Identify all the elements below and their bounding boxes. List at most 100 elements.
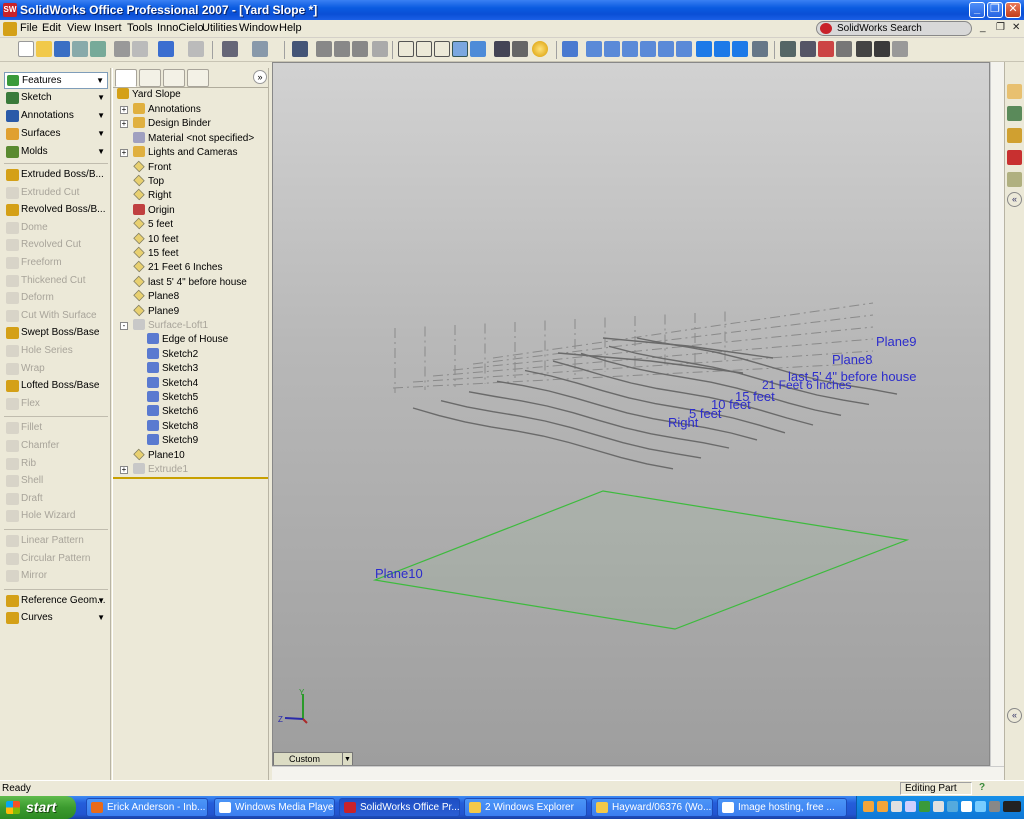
feature-hole-wizard[interactable]: Hole Wizard: [4, 508, 108, 524]
speaker-icon[interactable]: [975, 801, 986, 812]
tray-app-icon[interactable]: [891, 801, 902, 812]
undo-icon[interactable]: [158, 41, 174, 57]
feature-deform[interactable]: Deform: [4, 290, 108, 306]
feature-extruded-cut[interactable]: Extruded Cut: [4, 185, 108, 201]
feature-draft[interactable]: Draft: [4, 491, 108, 507]
select-icon[interactable]: [222, 41, 238, 57]
bottom-view-icon[interactable]: [676, 41, 692, 57]
tray-app-icon[interactable]: [961, 801, 972, 812]
tray-app-icon[interactable]: [989, 801, 1000, 812]
hidden-lines-visible-icon[interactable]: [416, 41, 432, 57]
feature-freeform[interactable]: Freeform: [4, 255, 108, 271]
expand-task-pane-icon[interactable]: «: [1007, 708, 1022, 723]
feature-manager-tab[interactable]: [115, 69, 137, 87]
right-label[interactable]: Right: [668, 415, 698, 430]
menu-help[interactable]: Help: [279, 22, 302, 34]
network-icon[interactable]: [947, 801, 958, 812]
redo-icon[interactable]: [188, 41, 204, 57]
toolbox-icon[interactable]: [818, 41, 834, 57]
feature-rib[interactable]: Rib: [4, 456, 108, 472]
menu-view[interactable]: View: [67, 22, 91, 34]
feature-shell[interactable]: Shell: [4, 473, 108, 489]
tree-item[interactable]: Top: [133, 174, 164, 189]
normal-to-icon[interactable]: [752, 41, 768, 57]
tree-item[interactable]: Sketch4: [147, 376, 198, 391]
feature-mirror[interactable]: Mirror: [4, 568, 108, 584]
21-feet-6-inches-label[interactable]: 21 Feet 6 Inches: [762, 378, 851, 392]
tree-item[interactable]: Origin: [133, 203, 175, 218]
solidworks-logo-icon[interactable]: [3, 22, 17, 36]
feature-wrap[interactable]: Wrap: [4, 361, 108, 377]
collapse-task-pane-icon[interactable]: «: [1007, 192, 1022, 207]
cm-group-molds[interactable]: Molds ▼: [4, 144, 108, 160]
back-view-icon[interactable]: [604, 41, 620, 57]
taskbar-task[interactable]: Windows Media Player: [214, 798, 335, 817]
menu-file[interactable]: File: [20, 22, 38, 34]
taskbar-task[interactable]: Hayward/06376 (Wo...: [591, 798, 713, 817]
menu-utilities[interactable]: Utilities: [202, 22, 237, 34]
zoom-to-area-icon[interactable]: [334, 41, 350, 57]
tray-app-icon[interactable]: [933, 801, 944, 812]
tree-item[interactable]: Sketch8: [147, 419, 198, 434]
configuration-manager-tab[interactable]: [163, 69, 185, 87]
tree-item[interactable]: 5 feet: [133, 217, 173, 232]
feature-flex[interactable]: Flex: [4, 396, 108, 412]
menu-tools[interactable]: Tools: [127, 22, 153, 34]
menu-insert[interactable]: Insert: [94, 22, 122, 34]
cm-group-surfaces[interactable]: Surfaces ▼: [4, 126, 108, 142]
feature-fillet[interactable]: Fillet: [4, 420, 108, 436]
tree-item[interactable]: Surface-Loft1: [133, 319, 208, 333]
doc-restore-button[interactable]: ❐: [996, 22, 1005, 33]
shaded-with-edges-icon[interactable]: [452, 41, 468, 57]
open-folder-icon[interactable]: [36, 41, 52, 57]
tree-item[interactable]: Sketch3: [147, 362, 198, 376]
zoom-selection-icon[interactable]: [372, 41, 388, 57]
tree-root[interactable]: Yard Slope: [117, 88, 181, 102]
graphics-viewport[interactable]: Y Z Plane9 Plane8 last 5' 4" before house 2…: [272, 62, 990, 766]
tree-item[interactable]: Plane9: [133, 304, 179, 319]
taskbar-task[interactable]: 2 Windows Explorer: [464, 798, 587, 817]
tray-app-icon[interactable]: [905, 801, 916, 812]
plane8-label[interactable]: Plane8: [832, 352, 872, 367]
tree-item[interactable]: Lights and Cameras: [133, 146, 238, 160]
start-button[interactable]: start: [0, 796, 76, 819]
print-icon[interactable]: [114, 41, 130, 57]
tray-app-icon[interactable]: [863, 801, 874, 812]
display-style-icon[interactable]: [252, 41, 268, 57]
taskbar-task[interactable]: Image hosting, free ...: [717, 798, 847, 817]
tree-item[interactable]: Sketch6: [147, 405, 198, 419]
taskbar-task[interactable]: Erick Anderson - Inb...: [86, 798, 208, 817]
feature-chamfer[interactable]: Chamfer: [4, 438, 108, 454]
cm-group-sketch[interactable]: Sketch ▼: [4, 90, 108, 106]
realview-icon[interactable]: [532, 41, 548, 57]
more-tools-icon[interactable]: [892, 41, 908, 57]
tree-item[interactable]: Annotations: [133, 103, 201, 117]
feature-revolved-boss-b[interactable]: Revolved Boss/B...: [4, 202, 108, 218]
isometric-view-icon[interactable]: [696, 41, 712, 57]
tree-item[interactable]: Sketch5: [147, 391, 198, 405]
make-drawing-icon[interactable]: [72, 41, 88, 57]
menu-innocielo[interactable]: InnoCielo: [157, 22, 203, 34]
top-view-icon[interactable]: [658, 41, 674, 57]
feature-lofted-boss-base[interactable]: Lofted Boss/Base: [4, 378, 108, 394]
feature-dome[interactable]: Dome: [4, 220, 108, 236]
tree-expander[interactable]: +: [120, 106, 128, 114]
3d-mouse-icon[interactable]: [1003, 801, 1021, 812]
customize-icon[interactable]: [800, 41, 816, 57]
feature-swept-boss-base[interactable]: Swept Boss/Base: [4, 325, 108, 341]
view-orientation-dropdown[interactable]: Custom ▼: [273, 752, 353, 765]
wireframe-icon[interactable]: [398, 41, 414, 57]
feature-extruded-boss-b[interactable]: Extruded Boss/B...: [4, 167, 108, 183]
dimetric-view-icon[interactable]: [732, 41, 748, 57]
trimetric-view-icon[interactable]: [714, 41, 730, 57]
shaded-icon[interactable]: [470, 41, 486, 57]
doc-minimize-button[interactable]: _: [980, 22, 986, 33]
horizontal-scrollbar[interactable]: [272, 766, 1004, 780]
doc-close-button[interactable]: ✕: [1012, 22, 1020, 33]
section-view-icon[interactable]: [512, 41, 528, 57]
right-view-icon[interactable]: [640, 41, 656, 57]
tree-expander[interactable]: +: [120, 120, 128, 129]
tree-item[interactable]: Right: [133, 189, 171, 203]
tree-item[interactable]: Plane8: [133, 289, 179, 304]
search-results-icon[interactable]: [1007, 150, 1022, 165]
